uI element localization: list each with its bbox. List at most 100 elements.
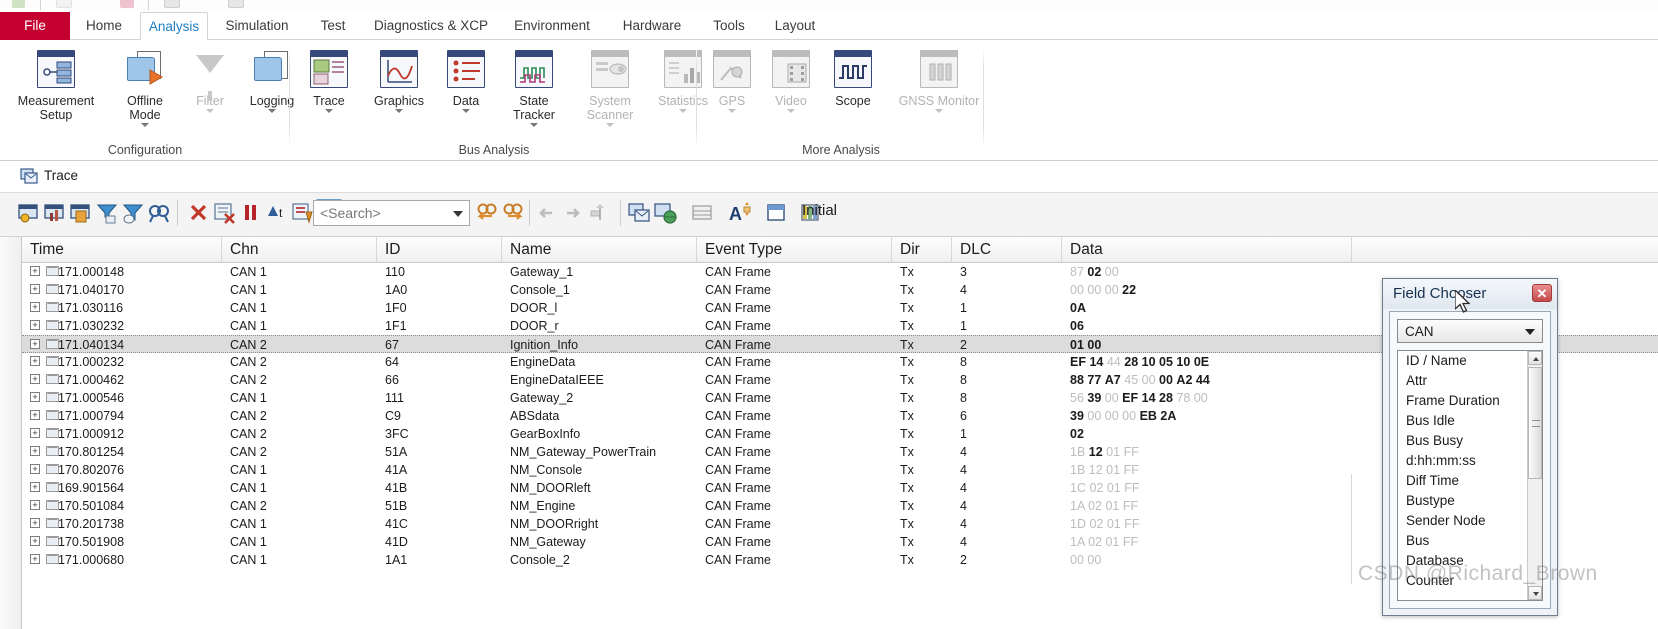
- tab-tools[interactable]: Tools: [700, 12, 758, 40]
- expand-icon[interactable]: +: [30, 428, 40, 438]
- marker-icon[interactable]: [588, 202, 610, 224]
- ribbon-button-data[interactable]: Data: [437, 48, 495, 113]
- tab-simulation[interactable]: Simulation: [214, 12, 300, 40]
- field-list-item[interactable]: Sender Node: [1398, 511, 1542, 531]
- colors-icon[interactable]: [766, 202, 788, 224]
- quick-access-toolbar[interactable]: [0, 0, 1658, 12]
- chevron-down-icon[interactable]: [141, 123, 149, 127]
- scrollbar-thumb[interactable]: [1528, 367, 1542, 479]
- scroll-up-icon[interactable]: [1528, 351, 1542, 365]
- grid-header-event[interactable]: Event Type: [697, 237, 892, 263]
- chevron-down-icon[interactable]: [679, 109, 687, 113]
- ribbon-button-system-scanner[interactable]: System Scanner: [573, 48, 647, 127]
- qat-open-icon[interactable]: [164, 0, 180, 8]
- grid-header-dlc[interactable]: DLC: [952, 237, 1062, 263]
- ribbon-button-video[interactable]: Video: [760, 48, 822, 113]
- column-config-icon[interactable]: [70, 202, 92, 224]
- grid-header-chn[interactable]: Chn: [222, 237, 377, 263]
- ribbon-button-graphics[interactable]: Graphics: [361, 48, 437, 113]
- filter-active-icon[interactable]: [96, 202, 118, 224]
- tab-test[interactable]: Test: [306, 12, 360, 40]
- filter-remove-icon[interactable]: [122, 202, 144, 224]
- tab-diagnostics[interactable]: Diagnostics & XCP: [366, 12, 496, 40]
- font-icon[interactable]: A: [729, 202, 751, 224]
- field-list-item[interactable]: Frame Duration: [1398, 391, 1542, 411]
- field-list[interactable]: ID / Name Attr Frame Duration Bus Idle Bus B…: [1397, 350, 1543, 601]
- qat-undo-icon[interactable]: [56, 0, 72, 8]
- field-list-item[interactable]: Bustype: [1398, 491, 1542, 511]
- ribbon-button-gnss-monitor[interactable]: GNSS Monitor: [884, 48, 994, 113]
- find-prev-icon[interactable]: [476, 202, 498, 224]
- statistics-view-icon[interactable]: [44, 202, 66, 224]
- find-next-icon[interactable]: [502, 202, 524, 224]
- scroll-down-icon[interactable]: [1528, 586, 1542, 600]
- grid-header-id[interactable]: ID: [377, 237, 502, 263]
- find-icon[interactable]: [148, 202, 170, 224]
- nav-back-icon[interactable]: [536, 202, 558, 224]
- expand-icon[interactable]: +: [30, 284, 40, 294]
- expand-icon[interactable]: +: [30, 266, 40, 276]
- ribbon-button-gps[interactable]: GPS: [704, 48, 760, 113]
- tab-home[interactable]: Home: [74, 12, 134, 40]
- chevron-down-icon[interactable]: [1525, 329, 1535, 335]
- nav-forward-icon[interactable]: [562, 202, 584, 224]
- ribbon-button-trace[interactable]: Trace: [297, 48, 361, 113]
- copy-window-icon[interactable]: [628, 202, 650, 224]
- field-list-item[interactable]: d:hh:mm:ss: [1398, 451, 1542, 471]
- expand-icon[interactable]: +: [30, 302, 40, 312]
- expand-icon[interactable]: +: [30, 374, 40, 384]
- export-web-icon[interactable]: [654, 202, 677, 224]
- chevron-down-icon[interactable]: [325, 109, 333, 113]
- expand-icon[interactable]: +: [30, 536, 40, 546]
- ribbon-button-scope[interactable]: Scope: [822, 48, 884, 108]
- grid-header-dir[interactable]: Dir: [892, 237, 952, 263]
- chevron-down-icon[interactable]: [462, 109, 470, 113]
- field-list-item[interactable]: Bus Busy: [1398, 431, 1542, 451]
- expand-icon[interactable]: +: [30, 392, 40, 402]
- field-list-item[interactable]: Attr: [1398, 371, 1542, 391]
- expand-icon[interactable]: +: [30, 518, 40, 528]
- delta-time-icon[interactable]: t: [266, 202, 288, 224]
- tab-hardware[interactable]: Hardware: [610, 12, 694, 40]
- expand-icon[interactable]: +: [30, 464, 40, 474]
- expand-icon[interactable]: +: [30, 500, 40, 510]
- field-list-item[interactable]: ID / Name: [1398, 351, 1542, 371]
- ribbon-button-measurement-setup[interactable]: Measurement Setup: [6, 48, 106, 122]
- ribbon-button-filter[interactable]: Filter: [182, 48, 238, 113]
- chevron-down-icon[interactable]: [935, 109, 943, 113]
- chevron-down-icon[interactable]: [787, 109, 795, 113]
- field-list-item[interactable]: Diff Time: [1398, 471, 1542, 491]
- expand-icon[interactable]: +: [30, 554, 40, 564]
- pause-icon[interactable]: [240, 202, 262, 224]
- chevron-down-icon[interactable]: [728, 109, 736, 113]
- qat-print-icon[interactable]: [228, 0, 244, 8]
- field-list-item[interactable]: Database: [1398, 551, 1542, 571]
- expand-icon[interactable]: +: [30, 356, 40, 366]
- expand-icon[interactable]: +: [30, 410, 40, 420]
- grid-header-name[interactable]: Name: [502, 237, 697, 263]
- tab-environment[interactable]: Environment: [500, 12, 604, 40]
- qat-save-icon[interactable]: [12, 0, 25, 8]
- close-icon[interactable]: ✕: [1532, 284, 1552, 302]
- qat-record-icon[interactable]: [120, 0, 134, 8]
- export-icon[interactable]: [292, 202, 314, 224]
- ribbon-button-offline-mode[interactable]: Offline Mode: [108, 48, 182, 127]
- search-input[interactable]: <Search>: [313, 200, 470, 226]
- expand-icon[interactable]: +: [30, 482, 40, 492]
- trace-settings-icon[interactable]: [18, 202, 40, 224]
- field-list-item[interactable]: Bus: [1398, 531, 1542, 551]
- chevron-down-icon[interactable]: [395, 109, 403, 113]
- field-list-item[interactable]: Counter: [1398, 571, 1542, 591]
- tab-file[interactable]: File: [0, 12, 70, 40]
- ribbon-button-state-tracker[interactable]: State Tracker: [495, 48, 573, 127]
- tab-analysis[interactable]: Analysis: [140, 12, 208, 41]
- expand-icon[interactable]: +: [30, 339, 40, 349]
- rows-icon[interactable]: [692, 202, 714, 224]
- grid-header-data[interactable]: Data: [1062, 237, 1352, 263]
- chevron-down-icon[interactable]: [530, 123, 538, 127]
- field-list-scrollbar[interactable]: [1527, 351, 1542, 600]
- chevron-down-icon[interactable]: [206, 109, 214, 113]
- clear-filter-icon[interactable]: [214, 202, 236, 224]
- field-chooser-dialog[interactable]: Field Chooser ✕ CAN ID / Name Attr Frame D…: [1382, 278, 1558, 616]
- chevron-down-icon[interactable]: [606, 123, 614, 127]
